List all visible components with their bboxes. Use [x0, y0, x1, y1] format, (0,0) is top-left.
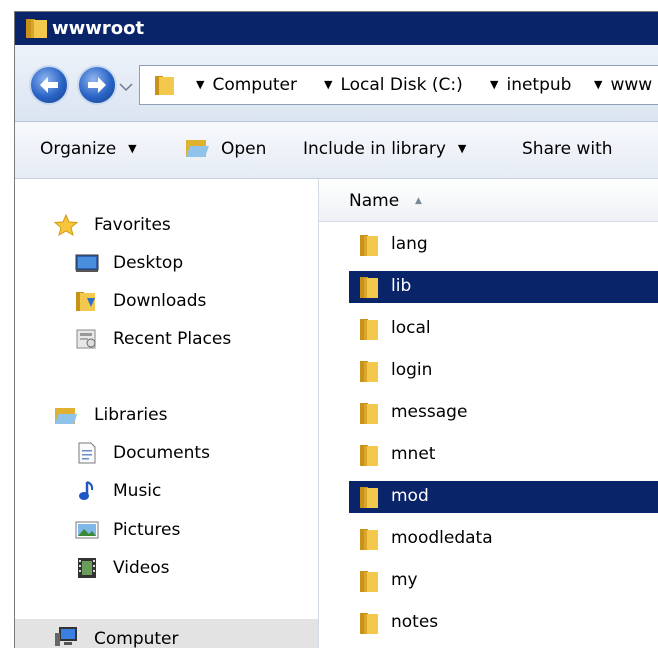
- folder-icon: [360, 571, 378, 592]
- file-row[interactable]: mod: [349, 481, 658, 513]
- nav-computer-row[interactable]: Computer: [15, 619, 318, 648]
- command-bar: Organize ▼ Open Include in library ▼ Share…: [15, 122, 658, 179]
- file-row[interactable]: message: [349, 397, 658, 429]
- desktop-icon: [75, 254, 99, 272]
- nav-computer: Computer: [94, 629, 179, 648]
- nav-documents[interactable]: Documents: [113, 443, 210, 463]
- folder-icon: [360, 445, 378, 466]
- nav-desktop[interactable]: Desktop: [113, 253, 183, 273]
- column-header-name[interactable]: Name ▲: [319, 179, 658, 222]
- file-name: login: [391, 360, 433, 380]
- file-row[interactable]: my: [349, 565, 658, 597]
- folder-icon: [360, 235, 378, 256]
- address-bar[interactable]: ▼ Computer ▼ Local Disk (C:) ▼ inetpub ▼ www: [139, 65, 658, 105]
- nav-videos[interactable]: Videos: [113, 558, 170, 578]
- folder-icon: [360, 361, 378, 382]
- window-title: wwwroot: [52, 18, 145, 39]
- folder-icon: [360, 319, 378, 340]
- file-name: lib: [391, 276, 412, 296]
- open-button[interactable]: Open: [221, 139, 266, 159]
- recent-places-icon: [76, 329, 96, 349]
- folder-icon: [360, 529, 378, 550]
- share-with-button[interactable]: Share with: [522, 139, 613, 159]
- file-row[interactable]: local: [349, 313, 658, 345]
- breadcrumb-www[interactable]: ▼ www: [594, 75, 652, 95]
- nav-downloads[interactable]: Downloads: [113, 291, 206, 311]
- navigation-pane: Favorites Desktop Downloads Recent Place…: [15, 179, 319, 648]
- music-icon: [79, 481, 94, 500]
- include-in-library-button[interactable]: Include in library ▼: [303, 139, 466, 159]
- file-row[interactable]: notes: [349, 607, 658, 639]
- navigation-bar: ▼ Computer ▼ Local Disk (C:) ▼ inetpub ▼ www: [15, 45, 658, 122]
- forward-arrow-icon: [88, 77, 106, 93]
- recent-pages-dropdown-icon[interactable]: [118, 81, 134, 93]
- sort-ascending-icon: ▲: [415, 196, 422, 206]
- pictures-icon: [75, 521, 99, 539]
- file-name: my: [391, 570, 418, 590]
- file-name: moodledata: [391, 528, 493, 548]
- title-bar[interactable]: wwwroot: [15, 12, 658, 45]
- libraries-icon: [55, 408, 77, 424]
- file-name: mnet: [391, 444, 436, 464]
- downloads-icon: [76, 292, 95, 311]
- folder-icon: [155, 76, 174, 95]
- explorer-window: wwwroot ▼ Computer ▼ Local Disk (C:) ▼ inet…: [14, 11, 658, 648]
- file-name: message: [391, 402, 468, 422]
- breadcrumb-computer[interactable]: ▼ Computer: [196, 75, 297, 95]
- computer-icon: [55, 627, 77, 646]
- breadcrumb-inetpub[interactable]: ▼ inetpub: [490, 75, 571, 95]
- file-name: local: [391, 318, 431, 338]
- file-row[interactable]: login: [349, 355, 658, 387]
- column-name-label: Name: [349, 191, 400, 211]
- forward-button[interactable]: [77, 65, 117, 105]
- nav-music[interactable]: Music: [113, 481, 161, 501]
- back-button[interactable]: [29, 65, 69, 105]
- file-row[interactable]: mnet: [349, 439, 658, 471]
- folder-icon: [360, 403, 378, 424]
- nav-recent-places[interactable]: Recent Places: [113, 329, 231, 349]
- folder-icon: [26, 19, 47, 38]
- documents-icon: [78, 442, 96, 464]
- nav-libraries[interactable]: Libraries: [94, 405, 167, 425]
- breadcrumb-local-disk[interactable]: ▼ Local Disk (C:): [324, 75, 463, 95]
- folder-icon: [360, 277, 378, 298]
- back-arrow-icon: [40, 77, 58, 93]
- videos-icon: [78, 558, 96, 578]
- star-icon: [54, 214, 78, 236]
- file-row[interactable]: lib: [349, 271, 658, 303]
- folder-icon: [360, 613, 378, 634]
- organize-button[interactable]: Organize ▼: [40, 139, 137, 159]
- file-list: Name ▲ lang lib local login message mnet mod mo…: [319, 179, 658, 648]
- open-folder-icon: [186, 140, 209, 157]
- nav-favorites[interactable]: Favorites: [94, 215, 171, 235]
- folder-icon: [360, 487, 378, 508]
- file-name: notes: [391, 612, 439, 632]
- file-row[interactable]: moodledata: [349, 523, 658, 555]
- file-name: mod: [391, 486, 429, 506]
- file-name: lang: [391, 234, 428, 254]
- file-row[interactable]: lang: [349, 229, 658, 261]
- nav-pictures[interactable]: Pictures: [113, 520, 180, 540]
